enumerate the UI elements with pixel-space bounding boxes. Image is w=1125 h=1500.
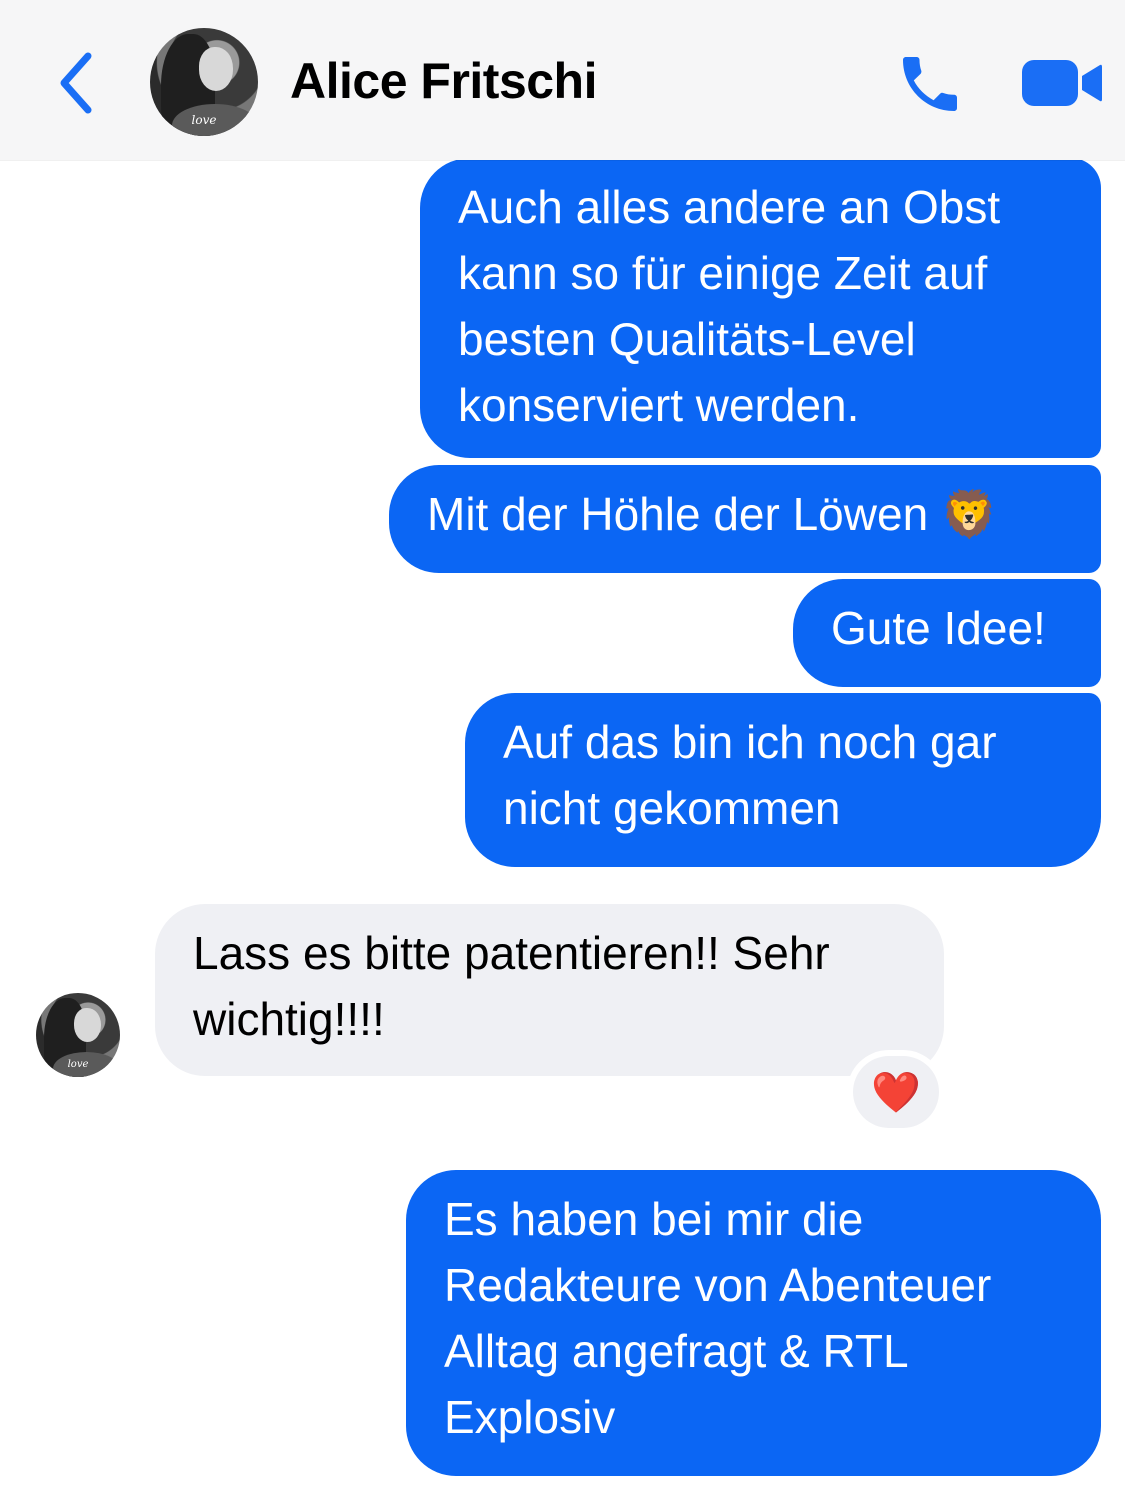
message-bubble-incoming[interactable]: Lass es bitte patentieren!! Sehr wichtig… — [155, 904, 944, 1076]
audio-call-button[interactable] — [894, 48, 966, 120]
heart-reaction[interactable]: ❤️ — [853, 1056, 939, 1128]
avatar-caption: love — [191, 113, 217, 128]
video-camera-icon — [1022, 60, 1102, 106]
video-call-button[interactable] — [1020, 56, 1104, 110]
message-bubble-outgoing[interactable]: Mit der Höhle der Löwen 🦁 — [389, 465, 1101, 573]
message-bubble-outgoing[interactable]: Es haben bei mir die Redakteure von Aben… — [406, 1170, 1101, 1476]
avatar-caption: love — [67, 1059, 89, 1071]
message-bubble-outgoing[interactable]: Gute Idee! — [793, 579, 1101, 687]
sender-avatar[interactable]: love — [36, 993, 120, 1077]
chat-header: love Alice Fritschi — [0, 0, 1125, 160]
contact-avatar[interactable]: love — [150, 28, 258, 136]
message-bubble-outgoing[interactable]: Auf das bin ich noch gar nicht gekommen — [465, 693, 1101, 867]
back-button[interactable] — [52, 48, 102, 118]
chevron-left-icon — [60, 52, 92, 114]
message-bubble-outgoing[interactable]: Auch alles andere an Obst kann so für ei… — [420, 158, 1101, 458]
contact-name[interactable]: Alice Fritschi — [290, 52, 598, 110]
phone-icon — [903, 57, 957, 111]
heart-icon: ❤️ — [871, 1070, 921, 1115]
